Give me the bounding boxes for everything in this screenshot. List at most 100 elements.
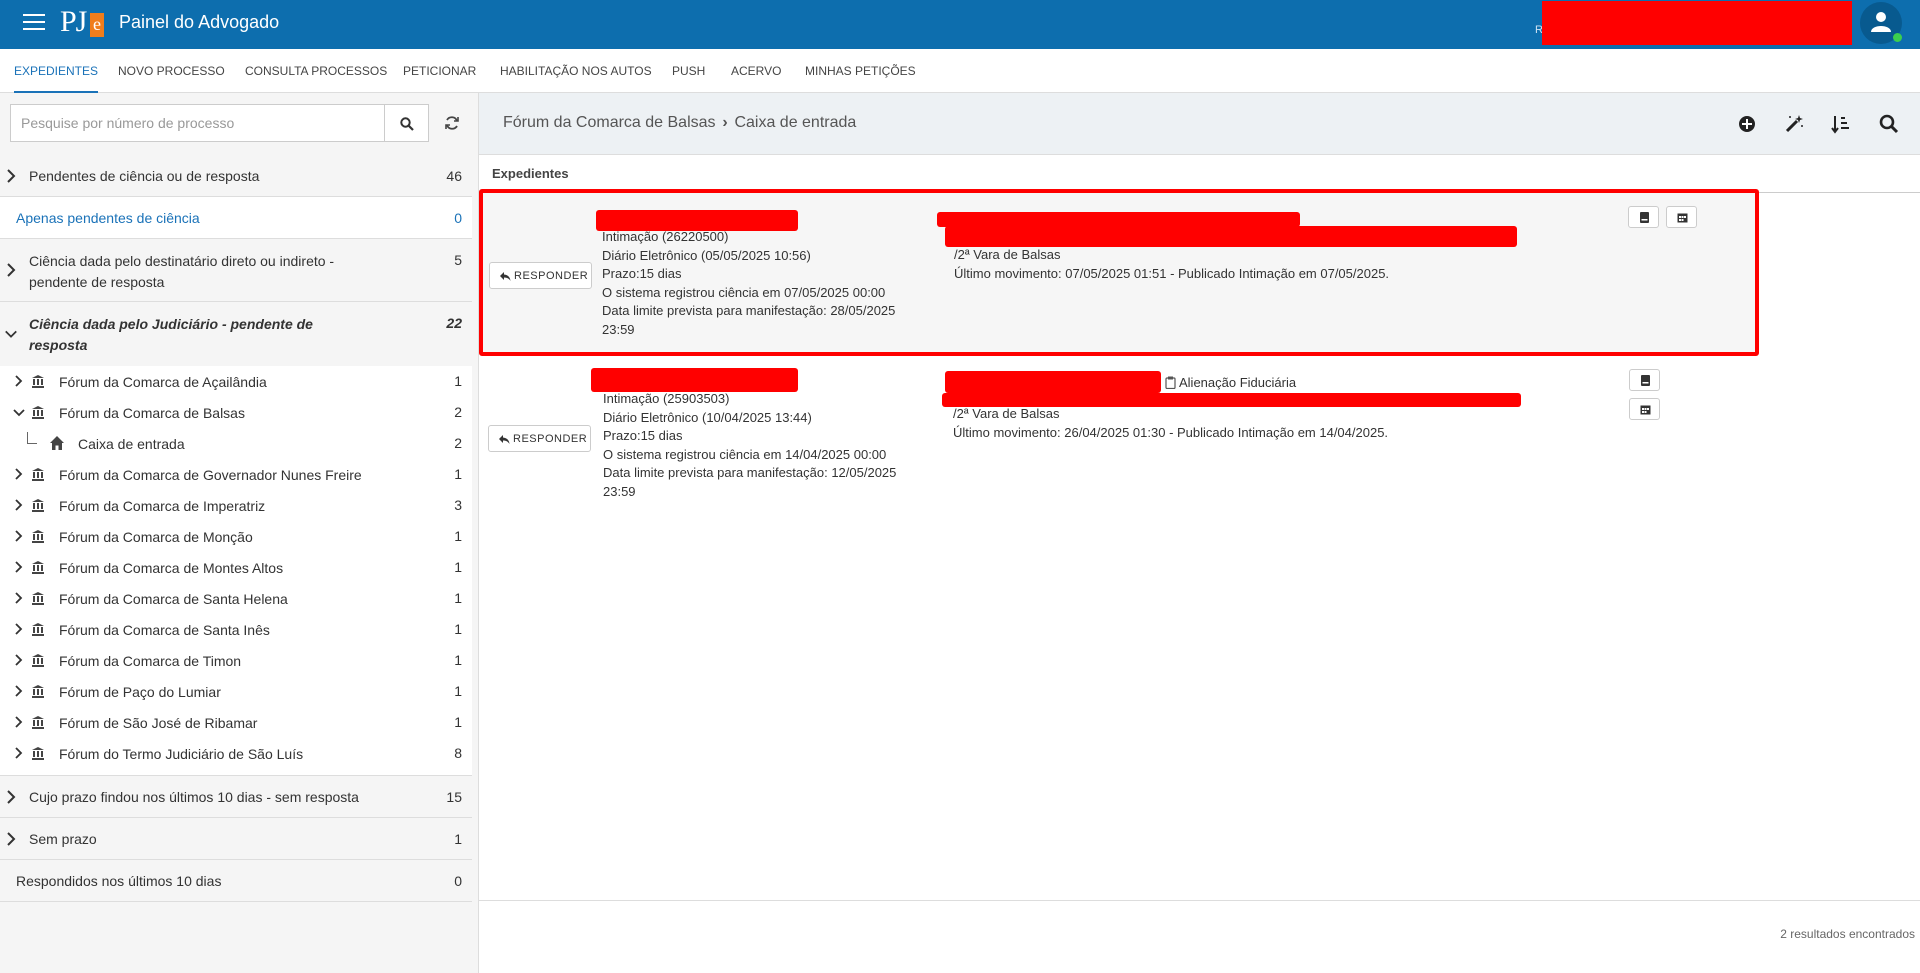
- chevron-right-icon: [15, 685, 23, 697]
- forum-item-sao-luis[interactable]: Fórum do Termo Judiciário de São Luís 8: [0, 738, 472, 769]
- forum-count: 1: [454, 590, 462, 606]
- group-sem-prazo[interactable]: Sem prazo 1: [0, 818, 472, 860]
- reply-button[interactable]: RESPONDER: [489, 262, 592, 289]
- document-button[interactable]: [1629, 369, 1660, 391]
- reply-button[interactable]: RESPONDER: [488, 425, 591, 452]
- calendar-button[interactable]: [1629, 398, 1660, 420]
- search-button[interactable]: [384, 104, 429, 142]
- chevron-right-icon: [15, 468, 23, 480]
- forum-item-balsas[interactable]: Fórum da Comarca de Balsas 2: [0, 397, 472, 428]
- courthouse-icon: [32, 406, 44, 419]
- tab-habilitacao-nos-autos[interactable]: HABILITAÇÃO NOS AUTOS: [500, 49, 652, 93]
- reply-icon: [500, 272, 511, 281]
- forum-item-moncao[interactable]: Fórum da Comarca de Monção 1: [0, 521, 472, 552]
- forum-item-santa-ines[interactable]: Fórum da Comarca de Santa Inês 1: [0, 614, 472, 645]
- group-pendentes-ciencia-resposta[interactable]: Pendentes de ciência ou de resposta 46: [0, 155, 472, 197]
- tab-expedientes[interactable]: EXPEDIENTES: [14, 49, 99, 93]
- pje-logo[interactable]: PJ e: [60, 5, 104, 43]
- chevron-right-icon: ›: [722, 114, 728, 131]
- chevron-right-icon: [15, 623, 23, 635]
- group-prazo-findou[interactable]: Cujo prazo findou nos últimos 10 dias - …: [0, 776, 472, 818]
- expediente-card[interactable]: RESPONDER Intimação (25903503) Diário El…: [479, 356, 1759, 516]
- forum-count: 1: [454, 652, 462, 668]
- group-label: Cujo prazo findou nos últimos 10 dias - …: [29, 789, 359, 805]
- forum-item-acailandia[interactable]: Fórum da Comarca de Açailândia 1: [0, 366, 472, 397]
- group-count: 46: [446, 168, 462, 184]
- group-apenas-pendentes-ciencia[interactable]: Apenas pendentes de ciência 0: [0, 197, 472, 239]
- process-search-input[interactable]: [11, 105, 384, 141]
- court-name: /2ª Vara de Balsas: [954, 247, 1061, 262]
- group-label: Sem prazo: [29, 831, 97, 847]
- forum-item-governador-nunes-freire[interactable]: Fórum da Comarca de Governador Nunes Fre…: [0, 459, 472, 490]
- tab-acervo[interactable]: ACERVO: [731, 49, 781, 93]
- forum-list: Fórum da Comarca de Açailândia 1 Fórum d…: [0, 366, 472, 776]
- forum-count: 1: [454, 373, 462, 389]
- group-respondidos[interactable]: Respondidos nos últimos 10 dias 0: [0, 860, 472, 902]
- add-circle-icon[interactable]: [1737, 114, 1757, 134]
- courthouse-icon: [32, 375, 44, 388]
- group-ciencia-judiciario[interactable]: Ciência dada pelo Judiciário - pendente …: [0, 302, 472, 364]
- tab-push[interactable]: PUSH: [672, 49, 705, 93]
- forum-count: 1: [454, 466, 462, 482]
- party-name-redacted: [937, 212, 1300, 227]
- forum-item-montes-altos[interactable]: Fórum da Comarca de Montes Altos 1: [0, 552, 472, 583]
- refresh-button[interactable]: [441, 112, 463, 134]
- expediente-channel: Diário Eletrônico (10/04/2025 13:44): [603, 409, 812, 425]
- chevron-right-icon: [7, 790, 16, 804]
- forum-count: 1: [454, 683, 462, 699]
- search-icon[interactable]: [1879, 114, 1899, 134]
- user-avatar[interactable]: [1860, 2, 1902, 44]
- expediente-limit: Data limite prevista para manifestação: …: [603, 465, 897, 480]
- inbox-label: Caixa de entrada: [78, 436, 185, 452]
- sort-icon[interactable]: [1831, 114, 1851, 134]
- forum-label: Fórum do Termo Judiciário de São Luís: [59, 746, 304, 762]
- forum-count: 1: [454, 559, 462, 575]
- forum-count: 1: [454, 714, 462, 730]
- forum-item-sao-jose-de-ribamar[interactable]: Fórum de São José de Ribamar 1: [0, 707, 472, 738]
- case-info: /2ª Vara de Balsas Último movimento: 26/…: [953, 405, 1388, 442]
- chevron-right-icon: [15, 716, 23, 728]
- group-label: Pendentes de ciência ou de resposta: [29, 168, 260, 184]
- group-ciencia-destinatario[interactable]: Ciência dada pelo destinatário direto ou…: [0, 239, 472, 302]
- magic-wand-icon[interactable]: [1784, 114, 1804, 134]
- forum-label: Fórum da Comarca de Açailândia: [59, 374, 267, 390]
- tab-novo-processo[interactable]: NOVO PROCESSO: [118, 49, 225, 93]
- user-icon: [1871, 12, 1891, 32]
- calendar-button[interactable]: [1666, 206, 1697, 228]
- forum-label: Fórum da Comarca de Balsas: [59, 405, 245, 421]
- tab-peticionar[interactable]: PETICIONAR: [403, 49, 476, 93]
- group-count: 5: [454, 252, 462, 268]
- forum-label: Fórum da Comarca de Santa Inês: [59, 622, 270, 638]
- tab-consulta-processos[interactable]: CONSULTA PROCESSOS: [245, 49, 387, 93]
- forum-item-imperatriz[interactable]: Fórum da Comarca de Imperatriz 3: [0, 490, 472, 521]
- document-button[interactable]: [1628, 206, 1659, 228]
- chevron-right-icon: [15, 561, 23, 573]
- expediente-limit: Data limite prevista para manifestação: …: [602, 303, 896, 318]
- process-search-box: [10, 104, 385, 142]
- expediente-ack: O sistema registrou ciência em 14/04/202…: [603, 446, 887, 462]
- expediente-deadline: Prazo:15 dias: [602, 266, 682, 281]
- courthouse-icon: [32, 685, 44, 698]
- calendar-icon: [1640, 405, 1651, 415]
- inbox-item-caixa-de-entrada[interactable]: Caixa de entrada 2: [0, 428, 472, 459]
- breadcrumb-forum[interactable]: Fórum da Comarca de Balsas: [503, 114, 716, 131]
- forum-item-timon[interactable]: Fórum da Comarca de Timon 1: [0, 645, 472, 676]
- group-label: Ciência dada pelo destinatário direto ou…: [29, 253, 335, 290]
- group-label: Apenas pendentes de ciência: [16, 210, 200, 226]
- chevron-down-icon: [5, 330, 17, 338]
- menu-icon[interactable]: [23, 14, 45, 32]
- breadcrumb-box: Caixa de entrada: [734, 114, 857, 131]
- case-title-redacted: [945, 226, 1517, 247]
- forum-item-santa-helena[interactable]: Fórum da Comarca de Santa Helena 1: [0, 583, 472, 614]
- chevron-right-icon: [15, 654, 23, 666]
- group-count: 0: [454, 210, 462, 226]
- courthouse-icon: [32, 468, 44, 481]
- tab-minhas-peticoes[interactable]: MINHAS PETIÇÕES: [805, 49, 916, 93]
- search-icon: [400, 117, 414, 131]
- chevron-down-icon: [13, 409, 25, 417]
- results-count: 2 resultados encontrados: [1780, 927, 1915, 941]
- expediente-card-selected[interactable]: RESPONDER Intimação (26220500) Diário El…: [479, 189, 1759, 356]
- courthouse-icon: [32, 747, 44, 760]
- forum-item-paco-do-lumiar[interactable]: Fórum de Paço do Lumiar 1: [0, 676, 472, 707]
- expediente-limit-time: 23:59: [603, 483, 636, 499]
